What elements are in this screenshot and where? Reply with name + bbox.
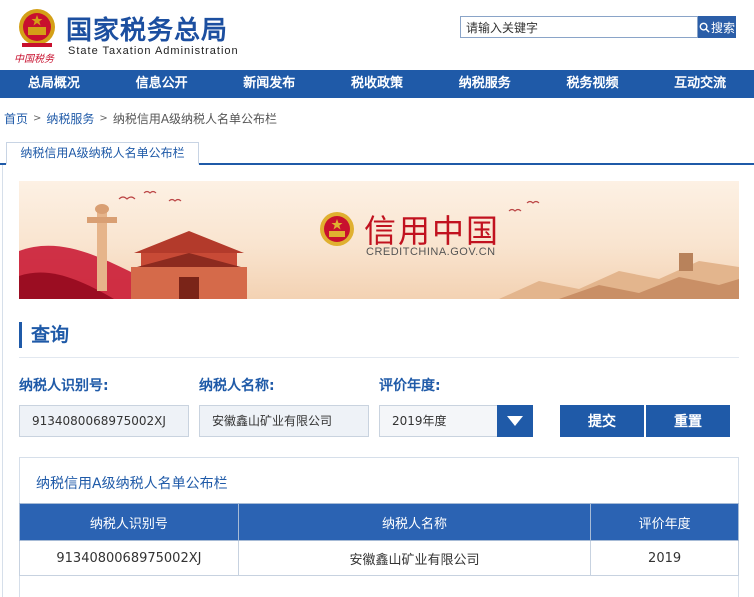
divider xyxy=(19,357,739,358)
tab-bar: 纳税信用A级纳税人名单公布栏 xyxy=(0,138,754,165)
cell-taxpayer-name: 安徽鑫山矿业有限公司 xyxy=(237,540,592,576)
national-emblem-logo[interactable]: 中国税务 xyxy=(12,5,62,65)
reset-button[interactable]: 重置 xyxy=(646,405,730,437)
breadcrumb-current: 纳税信用A级纳税人名单公布栏 xyxy=(112,112,278,126)
search-input[interactable]: 请输入关键字 xyxy=(460,16,698,38)
nav-item-news[interactable]: 新闻发布 xyxy=(215,70,323,98)
taxpayer-name-input[interactable]: 安徽鑫山矿业有限公司 xyxy=(199,405,369,437)
results-title: 纳税信用A级纳税人名单公布栏 xyxy=(36,476,228,492)
column-header-taxpayer-name: 纳税人名称 xyxy=(237,503,592,541)
site-subtitle: State Taxation Administration xyxy=(68,45,239,57)
breadcrumb-taxpayer-service[interactable]: 纳税服务 xyxy=(46,110,94,127)
site-header: 中国税务 国家税务总局 State Taxation Administratio… xyxy=(0,0,754,70)
nav-item-info-disclosure[interactable]: 信息公开 xyxy=(108,70,216,98)
logo-caption: 中国税务 xyxy=(14,54,54,65)
breadcrumb-home[interactable]: 首页 xyxy=(4,110,28,127)
results-table: 纳税人识别号 纳税人名称 评价年度 9134080068975002XJ 安徽鑫… xyxy=(19,503,739,576)
cell-year: 2019 xyxy=(590,540,739,576)
column-header-year: 评价年度 xyxy=(590,503,739,541)
search-button[interactable]: 搜索 xyxy=(698,16,736,38)
banner-url: CREDITCHINA.GOV.CN xyxy=(366,246,496,258)
taxpayer-name-label: 纳税人名称: xyxy=(199,378,275,394)
evaluation-year-label: 评价年度: xyxy=(379,378,441,394)
cell-taxpayer-id: 9134080068975002XJ xyxy=(19,540,239,576)
table-row[interactable]: 9134080068975002XJ 安徽鑫山矿业有限公司 2019 xyxy=(19,540,739,576)
breadcrumb-separator-icon: > xyxy=(33,113,42,124)
taxpayer-id-input[interactable]: 9134080068975002XJ xyxy=(19,405,189,437)
search-icon xyxy=(699,22,710,33)
query-heading: 查询 xyxy=(19,322,69,348)
nav-item-tax-video[interactable]: 税务视频 xyxy=(539,70,647,98)
credit-china-banner[interactable]: 信用中国 CREDITCHINA.GOV.CN xyxy=(19,181,739,299)
column-header-taxpayer-id: 纳税人识别号 xyxy=(19,503,239,541)
search-button-label: 搜索 xyxy=(710,20,735,35)
nav-item-overview[interactable]: 总局概况 xyxy=(0,70,108,98)
tab-a-level-list[interactable]: 纳税信用A级纳税人名单公布栏 xyxy=(6,142,199,165)
taxpayer-id-label: 纳税人识别号: xyxy=(19,378,109,394)
nav-item-tax-policy[interactable]: 税收政策 xyxy=(323,70,431,98)
year-dropdown-button[interactable] xyxy=(497,405,533,437)
submit-button[interactable]: 提交 xyxy=(560,405,644,437)
breadcrumb: 首页 > 纳税服务 > 纳税信用A级纳税人名单公布栏 xyxy=(4,110,277,127)
evaluation-year-select[interactable]: 2019年度 xyxy=(379,405,499,437)
site-title[interactable]: 国家税务总局 xyxy=(66,10,228,47)
breadcrumb-separator-icon: > xyxy=(99,113,108,124)
main-nav: 总局概况 信息公开 新闻发布 税收政策 纳税服务 税务视频 互动交流 xyxy=(0,70,754,98)
nav-item-taxpayer-service[interactable]: 纳税服务 xyxy=(431,70,539,98)
nav-item-interaction[interactable]: 互动交流 xyxy=(646,70,754,98)
chevron-down-icon xyxy=(507,416,523,426)
table-header-row: 纳税人识别号 纳税人名称 评价年度 xyxy=(19,503,739,541)
